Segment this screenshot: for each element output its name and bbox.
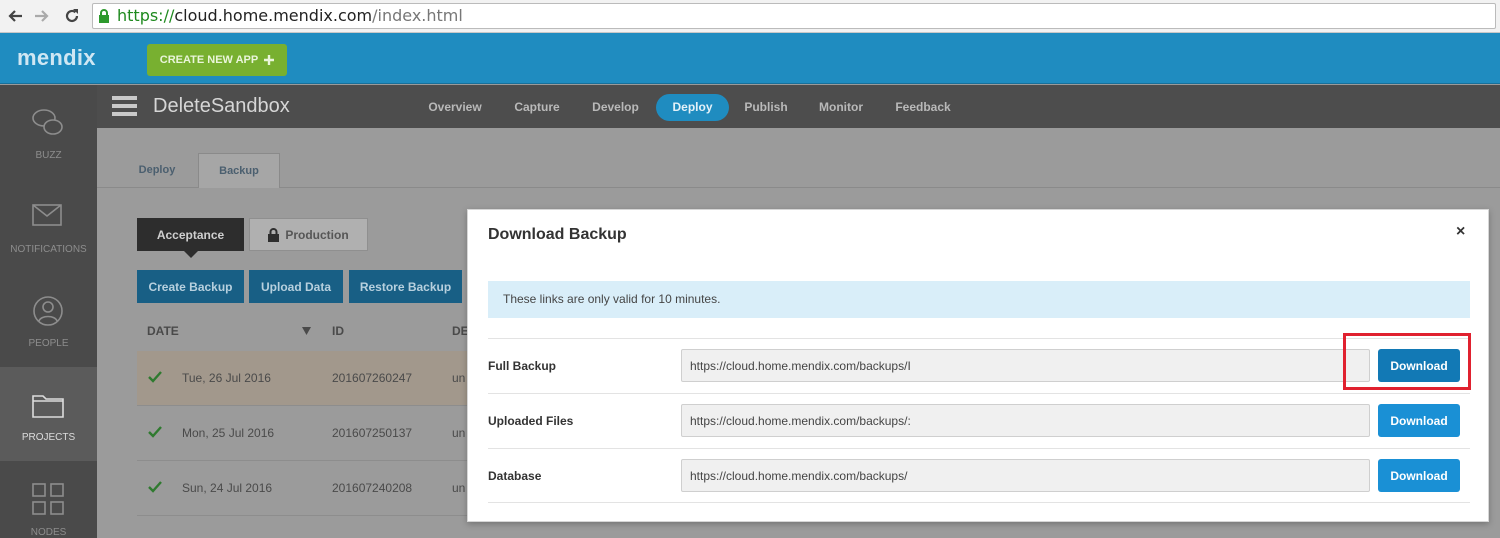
dialog-title: Download Backup [488, 226, 627, 243]
nav-monitor[interactable]: Monitor [811, 94, 871, 121]
environment-acceptance-button[interactable]: Acceptance [137, 218, 244, 258]
sidebar-item-notifications[interactable]: NOTIFICATIONS [0, 179, 97, 273]
nav-overview[interactable]: Overview [421, 94, 489, 121]
row-description: un [452, 426, 466, 440]
project-header: DeleteSandbox Overview Capture Develop D… [97, 85, 1500, 128]
subtab-deploy[interactable]: Deploy [125, 153, 189, 188]
database-download-button[interactable]: Download [1378, 459, 1460, 492]
reload-button[interactable] [62, 6, 82, 26]
upload-data-button[interactable]: Upload Data [249, 270, 343, 303]
nav-publish[interactable]: Publish [737, 94, 795, 121]
row-id: 201607250137 [332, 426, 413, 440]
person-icon [33, 296, 63, 326]
row-id: 201607260247 [332, 371, 413, 385]
forward-arrow-icon [35, 10, 49, 22]
create-backup-button[interactable]: Create Backup [137, 270, 244, 303]
address-bar[interactable]: https://cloud.home.mendix.com/index.html [92, 3, 1496, 29]
check-icon [148, 426, 162, 438]
nav-capture[interactable]: Capture [505, 94, 569, 121]
nav-deploy[interactable]: Deploy [656, 94, 729, 121]
plus-icon [264, 55, 275, 65]
sidebar-item-nodes[interactable]: NODES [0, 461, 97, 538]
browser-toolbar: https://cloud.home.mendix.com/index.html [0, 0, 1500, 33]
left-sidebar: BUZZ NOTIFICATIONS PEOPLE PROJECTS NODES [0, 85, 97, 538]
check-icon [148, 481, 162, 493]
highlight-annotation [1343, 333, 1471, 390]
back-arrow-icon [8, 10, 22, 22]
row-description: un [452, 481, 466, 495]
sidebar-item-buzz[interactable]: BUZZ [0, 85, 97, 179]
top-bar: mendix CREATE NEW APP [0, 33, 1500, 84]
project-title: DeleteSandbox [153, 95, 290, 117]
sidebar-item-people[interactable]: PEOPLE [0, 273, 97, 367]
table-row[interactable]: Mon, 25 Jul 2016 201607250137 un [137, 406, 477, 461]
sort-down-icon[interactable] [302, 327, 311, 335]
sidebar-label-projects: PROJECTS [21, 432, 76, 443]
uploaded-files-download-button[interactable]: Download [1378, 404, 1460, 437]
uploaded-files-url-field[interactable] [681, 404, 1370, 437]
url-host: cloud.home.mendix.com [174, 6, 373, 25]
uploaded-files-label: Uploaded Files [488, 414, 574, 428]
environment-production-button[interactable]: Production [249, 218, 368, 251]
url-path: /index.html [372, 6, 463, 25]
database-label: Database [488, 469, 542, 483]
environment-production-label: Production [285, 227, 349, 242]
database-row: Database Download [488, 448, 1470, 503]
mendix-logo[interactable]: mendix [17, 45, 96, 71]
back-button[interactable] [5, 6, 25, 26]
sidebar-label-notifications: NOTIFICATIONS [10, 244, 87, 255]
row-date: Sun, 24 Jul 2016 [182, 481, 273, 495]
full-backup-url-field[interactable] [681, 349, 1370, 382]
validity-notice: These links are only valid for 10 minute… [488, 281, 1470, 318]
row-date: Mon, 25 Jul 2016 [182, 426, 275, 440]
uploaded-files-row: Uploaded Files Download [488, 393, 1470, 448]
database-url-field[interactable] [681, 459, 1370, 492]
url-scheme: https:// [117, 6, 175, 25]
row-date: Tue, 26 Jul 2016 [182, 371, 271, 385]
envelope-icon [32, 204, 62, 226]
row-id: 201607240208 [332, 481, 413, 495]
check-icon [148, 371, 162, 383]
column-header-id[interactable]: ID [332, 324, 344, 338]
nav-feedback[interactable]: Feedback [887, 94, 959, 121]
folder-icon [32, 395, 64, 418]
hamburger-menu-icon[interactable] [112, 96, 137, 116]
full-backup-row: Full Backup Download [488, 338, 1470, 393]
forward-button[interactable] [32, 6, 52, 26]
nav-develop[interactable]: Develop [584, 94, 647, 121]
create-new-app-button[interactable]: CREATE NEW APP [147, 44, 287, 76]
sidebar-label-buzz: BUZZ [35, 150, 62, 161]
table-row[interactable]: Sun, 24 Jul 2016 201607240208 un [137, 461, 477, 516]
environment-acceptance-label: Acceptance [156, 227, 225, 242]
create-new-app-label: CREATE NEW APP [159, 54, 259, 66]
table-row[interactable]: Tue, 26 Jul 2016 201607260247 un [137, 351, 477, 406]
row-description: un [452, 371, 466, 385]
chat-bubbles-icon [32, 109, 63, 135]
download-backup-dialog: Download Backup × These links are only v… [467, 209, 1489, 522]
column-header-date[interactable]: DATE [147, 324, 179, 338]
sidebar-label-people: PEOPLE [28, 338, 69, 349]
close-icon[interactable]: × [1456, 223, 1465, 241]
lock-icon [99, 9, 109, 23]
sidebar-label-nodes: NODES [30, 527, 67, 538]
full-backup-label: Full Backup [488, 359, 557, 373]
sidebar-item-projects[interactable]: PROJECTS [0, 367, 97, 461]
grid-icon [32, 483, 64, 515]
reload-icon [65, 9, 79, 23]
padlock-icon [268, 227, 280, 242]
restore-backup-button[interactable]: Restore Backup [349, 270, 462, 303]
subtabs-divider [97, 187, 1500, 188]
subtab-backup[interactable]: Backup [198, 153, 280, 188]
